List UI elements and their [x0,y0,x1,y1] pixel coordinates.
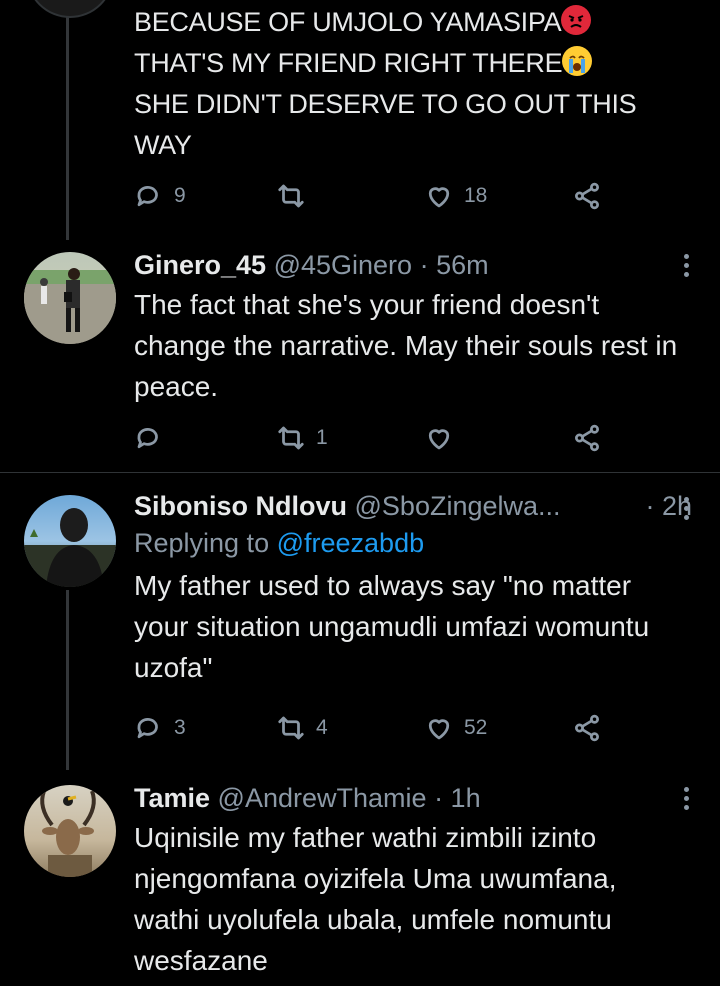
tweet-actions: 1 [134,418,614,458]
retweet-icon [278,426,304,450]
loudly-crying-face-emoji [562,46,593,76]
tweet-actions: 3 4 52 [134,708,614,748]
reply-button[interactable]: 9 [134,176,186,216]
user-handle[interactable]: @45Ginero [274,250,412,280]
tweet-text: My father used to always say "no matter … [134,570,650,683]
display-name[interactable]: Siboniso Ndlovu [134,491,347,521]
like-button[interactable]: 18 [424,176,487,216]
timestamp[interactable]: · 1h [434,783,481,813]
share-icon [575,714,599,742]
like-button[interactable]: 52 [424,708,487,748]
tweet[interactable]: BECAUSE OF UMJOLO YAMASIPA THAT'S MY FRI… [0,0,720,240]
tweet-body: Ginero_45 @45Ginero · 56m The fact that … [134,248,680,407]
reply-count: 3 [174,716,186,739]
more-icon[interactable] [684,254,692,281]
tweet[interactable]: Tamie @AndrewThamie · 1h Uqinisile my fa… [0,773,720,986]
avatar[interactable] [24,252,116,344]
tweet-header: Siboniso Ndlovu @SboZingelwa... · 2h [134,489,692,523]
share-button[interactable] [572,418,602,458]
retweet-count: 4 [316,716,328,739]
tweet[interactable]: Ginero_45 @45Ginero · 56m The fact that … [0,240,720,472]
replying-to-label: Replying to [134,528,270,558]
like-count: 52 [464,716,488,739]
user-handle[interactable]: @AndrewThamie [218,783,427,813]
reply-button[interactable] [134,418,164,458]
tweet-line: BECAUSE OF UMJOLO YAMASIPA [134,7,562,37]
like-button[interactable] [424,418,454,458]
display-name[interactable]: Tamie [134,783,210,813]
tweet-header: Tamie @AndrewThamie · 1h [134,781,680,815]
tweet-body: Siboniso Ndlovu @SboZingelwa... · 2h Rep… [134,489,692,688]
replying-to-link[interactable]: @freezabdb [277,528,425,558]
tweet-line: SHE DIDN'T DESERVE TO GO OUT THIS [134,89,637,119]
tweet-line: WAY [134,130,192,160]
reply-count: 9 [174,184,186,207]
angry-face-emoji [561,5,592,35]
like-count: 18 [464,184,488,207]
avatar[interactable] [24,785,116,877]
like-icon [428,429,450,450]
share-icon [575,182,599,210]
tweet-body: Tamie @AndrewThamie · 1h Uqinisile my fa… [134,781,680,981]
like-icon [428,187,450,208]
share-icon [575,424,599,452]
tweet-body: BECAUSE OF UMJOLO YAMASIPA THAT'S MY FRI… [134,0,680,166]
reply-button[interactable]: 3 [134,708,186,748]
more-icon[interactable] [684,497,692,524]
display-name[interactable]: Ginero_45 [134,250,266,280]
retweet-button[interactable] [276,176,306,216]
tweet-line: THAT'S MY FRIEND RIGHT THERE [134,48,563,78]
reply-icon [137,427,158,449]
tweet-text: Uqinisile my father wathi zimbili izinto… [134,822,617,976]
retweet-icon [278,184,304,208]
share-button[interactable] [572,708,602,748]
retweet-button[interactable]: 4 [276,708,328,748]
replying-to: Replying to @freezabdb [134,523,680,563]
reply-icon [137,185,158,207]
tweet[interactable]: Siboniso Ndlovu @SboZingelwa... · 2h Rep… [0,473,720,773]
avatar[interactable] [24,495,116,587]
tweet-text: The fact that she's your friend doesn't … [134,289,678,402]
reply-icon [137,717,158,739]
more-icon[interactable] [684,787,692,814]
tweet-header: Ginero_45 @45Ginero · 56m [134,248,680,282]
like-icon [428,719,450,740]
retweet-count: 1 [316,426,328,449]
retweet-button[interactable]: 1 [276,418,328,458]
retweet-icon [278,716,304,740]
tweet-actions: 9 18 [134,176,614,216]
share-button[interactable] [572,176,602,216]
user-handle[interactable]: @SboZingelwa... [355,491,561,521]
timestamp[interactable]: · 56m [420,250,489,280]
tweet-text: BECAUSE OF UMJOLO YAMASIPA THAT'S MY FRI… [134,2,680,166]
